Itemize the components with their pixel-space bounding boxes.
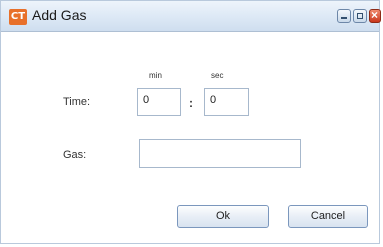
close-button[interactable]: × [369, 8, 381, 23]
dialog-title: Add Gas [32, 7, 87, 23]
close-icon: × [371, 8, 379, 22]
minimize-button[interactable] [337, 9, 351, 23]
min-column-label: min [149, 71, 162, 80]
sec-column-label: sec [211, 71, 224, 80]
gas-label: Gas: [63, 149, 87, 161]
seconds-input[interactable]: 0 [204, 88, 249, 116]
maximize-icon [357, 13, 363, 19]
maximize-button[interactable] [353, 9, 367, 23]
cancel-button[interactable]: Cancel [288, 205, 368, 228]
add-gas-dialog: CT Add Gas × min sec Time: 0 : 0 Gas: Ok… [0, 0, 381, 244]
time-separator: : [189, 96, 193, 110]
minutes-input[interactable]: 0 [137, 88, 181, 116]
ok-button[interactable]: Ok [177, 205, 269, 228]
app-logo-icon: CT [9, 9, 27, 25]
gas-input[interactable] [139, 139, 301, 168]
title-bar[interactable]: CT Add Gas × [1, 1, 381, 32]
time-label: Time: [63, 96, 91, 108]
minimize-icon [341, 17, 347, 19]
